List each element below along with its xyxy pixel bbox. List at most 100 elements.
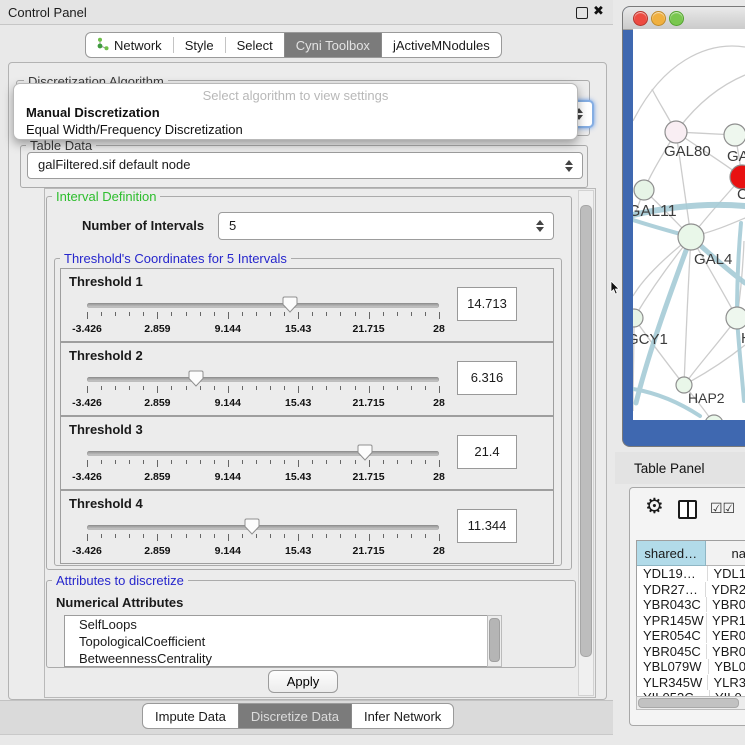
slider-tick [397,460,398,464]
attribute-item-topologicalcoefficient[interactable]: TopologicalCoefficient [65,633,488,650]
slider-tick-label: 28 [433,545,445,557]
slider-tick-label: 9.144 [215,471,241,483]
algorithm-option-equal-width-frequency-discretization[interactable]: Equal Width/Frequency Discretization [14,121,577,138]
attribute-item-selfloops[interactable]: SelfLoops [65,616,488,633]
node-label-gal11: GAL11 [633,203,677,220]
algorithm-popup-options: Manual DiscretizationEqual Width/Frequen… [14,104,577,138]
column-checkbox-icons[interactable]: ☑☑ [710,501,735,517]
cell-shared-name: YPR145W [637,613,707,628]
slider-tick [326,534,327,538]
column-header-name[interactable]: na [706,541,745,566]
slider-thumb[interactable] [244,518,260,535]
table-data-combobox[interactable]: galFiltered.sif default node [27,152,583,179]
node-h[interactable] [726,307,745,329]
node-ga[interactable] [724,124,745,146]
slider-thumb[interactable] [188,370,204,387]
table-body: YDL19…YDL1YDR27…YDR2YBR043CYBR0YPR145WYP… [637,566,745,696]
node-gal80[interactable] [665,121,687,143]
cell-shared-name: YDL19… [637,566,708,581]
close-traffic-light-icon[interactable] [633,11,648,26]
slider-tick [186,312,187,316]
table-row[interactable]: YER054CYER0 [637,628,745,644]
tab-discretize-data[interactable]: Discretize Data [238,704,352,728]
slider-tick [101,460,102,464]
panel-scrollbar[interactable] [578,190,594,696]
tab-cyni-toolbox[interactable]: Cyni Toolbox [284,33,382,57]
table-row[interactable]: YPR145WYPR1 [637,613,745,629]
threshold-slider[interactable]: -3.4262.8599.14415.4321.71528 [87,295,439,339]
slider-tick [355,460,356,464]
scrollbar-thumb[interactable] [580,205,592,657]
slider-thumb[interactable] [357,444,373,461]
slider-track [87,303,439,308]
slider-tick [143,460,144,464]
slider-tick [101,386,102,390]
slider-tick [242,534,243,538]
threshold-value-field[interactable]: 14.713 [457,287,517,321]
scrollbar-thumb[interactable] [638,698,739,708]
tab-select[interactable]: Select [226,33,284,57]
attribute-item-betweennesscentrality[interactable]: BetweennessCentrality [65,650,488,667]
zoom-traffic-light-icon[interactable] [669,11,684,26]
threshold-row: Threshold 3-3.4262.8599.14415.4321.71528… [60,416,554,490]
network-window-titlebar[interactable] [623,7,745,30]
threshold-value-field[interactable]: 21.4 [457,435,517,469]
slider-tick [228,312,229,319]
tab-impute-data[interactable]: Impute Data [143,704,238,728]
node-gal11[interactable] [634,180,654,200]
slider-tick [397,312,398,316]
slider-tick [312,312,313,316]
node-gal4[interactable] [678,224,704,250]
table-row[interactable]: YDL19…YDL1 [637,566,745,582]
algorithm-option-manual-discretization[interactable]: Manual Discretization [14,104,577,121]
slider-tick [87,460,88,467]
float-window-icon[interactable] [576,7,588,19]
table-header-row: shared… na [637,541,745,566]
slider-tick-label: 9.144 [215,397,241,409]
list-scrollbar[interactable] [487,615,502,667]
table-row[interactable]: YBR043CYBR0 [637,597,745,613]
slider-tick [242,386,243,390]
apply-button[interactable]: Apply [268,670,338,693]
network-canvas[interactable]: GAL80GACGAL11GAL4GCY1HHAP2 [633,29,745,420]
control-panel-titlebar: Control Panel ✖ [0,0,613,25]
node-attribute-table: shared… na YDL19…YDL1YDR27…YDR2YBR043CYB… [636,540,745,708]
tab-network[interactable]: Network [86,33,173,57]
column-header-shared-name[interactable]: shared… [637,541,706,566]
slider-tick [115,312,116,316]
tab-infer-network[interactable]: Infer Network [352,704,453,728]
slider-tick [242,460,243,464]
threshold-slider[interactable]: -3.4262.8599.14415.4321.71528 [87,517,439,561]
node-label-gal80: GAL80 [664,143,711,160]
threshold-slider[interactable]: -3.4262.8599.14415.4321.71528 [87,443,439,487]
slider-tick [171,460,172,464]
table-hscrollbar[interactable] [636,696,745,710]
threshold-value-field[interactable]: 6.316 [457,361,517,395]
table-panel-title: Table Panel [634,461,705,476]
threshold-slider[interactable]: -3.4262.8599.14415.4321.71528 [87,369,439,413]
number-of-intervals-combobox[interactable]: 5 [218,212,554,240]
node-gcy1[interactable] [633,309,643,327]
slider-tick [425,460,426,464]
settings-gear-icon[interactable]: ⚙ [645,496,664,517]
scrollbar-thumb[interactable] [489,618,500,662]
minimize-traffic-light-icon[interactable] [651,11,666,26]
table-row[interactable]: YBL079WYBL0 [637,659,745,675]
slider-tick [312,460,313,464]
threshold-value-field[interactable]: 11.344 [457,509,517,543]
slider-tick [256,386,257,390]
table-row[interactable]: YLR345WYLR3 [637,675,745,691]
slider-tick [326,386,327,390]
slider-tick-label: -3.426 [72,545,102,557]
slider-tick-label: 15.43 [285,323,311,335]
slider-tick [355,386,356,390]
table-row[interactable]: YDR27…YDR2 [637,582,745,598]
close-icon[interactable]: ✖ [593,4,604,19]
table-row[interactable]: YBR045CYBR0 [637,644,745,660]
tab-style[interactable]: Style [174,33,225,57]
slider-tick [383,312,384,316]
tab-jactivemnodules[interactable]: jActiveMNodules [382,33,501,57]
slider-thumb[interactable] [282,296,298,313]
split-view-icon[interactable] [678,500,697,519]
slider-tick [157,386,158,393]
